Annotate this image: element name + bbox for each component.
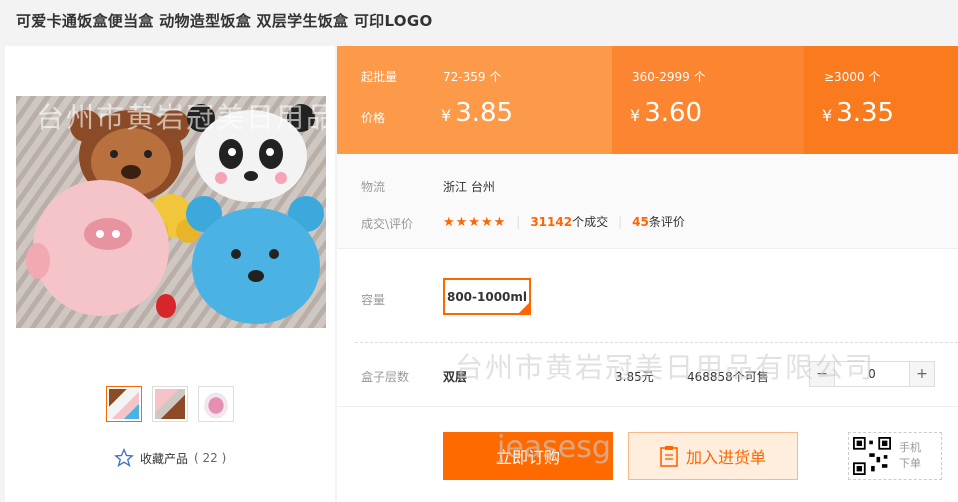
buy-now-button[interactable]: 立即订购 — [443, 432, 613, 480]
thumbnail-2[interactable] — [152, 386, 188, 422]
mobile-order-qr[interactable]: 手机 下单 — [848, 432, 942, 480]
tier-price: ¥3.35 — [822, 98, 895, 128]
layers-stock: 468858个可售 — [687, 370, 769, 384]
deals-summary: ★★★★★ | 31142个成交 | 45条评价 — [443, 215, 685, 230]
tier-range: 72-359 个 — [443, 70, 502, 84]
product-gallery: 台州市黄岩冠美日用品有限公司 收藏产品 ( 22 ) — [5, 46, 335, 502]
section-divider — [337, 406, 958, 407]
qr-code-icon — [853, 437, 891, 475]
add-to-cart-label: 加入进货单 — [685, 448, 766, 467]
add-to-cart-button[interactable]: 加入进货单 — [628, 432, 798, 480]
thumbnail-strip — [106, 386, 234, 422]
deals-label: 成交\评价 — [361, 217, 414, 231]
thumbnail-1[interactable] — [106, 386, 142, 422]
review-count[interactable]: 45 — [632, 215, 649, 229]
price-tier-3: ≥3000 个 ¥3.35 — [804, 46, 958, 154]
capacity-option-label: 800-1000ml — [446, 289, 528, 304]
qty-input[interactable]: 0 — [834, 362, 910, 386]
clipboard-icon — [660, 446, 678, 467]
tier-price: ¥3.85 — [441, 98, 514, 128]
price-tiers: 起批量 价格 72-359 个 ¥3.85 360-2999 个 ¥3.60 ≥… — [337, 46, 958, 154]
layers-price: 3.85元 — [615, 370, 654, 384]
quantity-stepper: − 0 + — [809, 361, 935, 387]
qty-minus-button[interactable]: − — [810, 362, 834, 386]
deal-count-suffix: 个成交 — [572, 215, 609, 229]
favorite-product[interactable]: 收藏产品 ( 22 ) — [114, 448, 226, 468]
tier-range: ≥3000 个 — [824, 70, 881, 84]
product-main-image[interactable]: 台州市黄岩冠美日用品有限公司 — [16, 96, 326, 328]
qty-label: 起批量 — [361, 70, 398, 84]
qr-label: 手机 下单 — [899, 441, 921, 470]
qty-plus-button[interactable]: + — [910, 362, 934, 386]
layers-option: 双层 — [443, 370, 468, 384]
capacity-label: 容量 — [361, 293, 386, 307]
price-tier-2: 360-2999 个 ¥3.60 — [612, 46, 804, 154]
favorite-count: ( 22 ) — [194, 451, 227, 465]
tier-price: ¥3.60 — [630, 98, 703, 128]
section-divider — [355, 342, 958, 343]
logistics-value: 浙江 台州 — [443, 180, 495, 194]
product-info-panel: 起批量 价格 72-359 个 ¥3.85 360-2999 个 ¥3.60 ≥… — [337, 46, 958, 502]
layers-label: 盒子层数 — [361, 370, 410, 384]
price-label: 价格 — [361, 111, 386, 125]
logistics-label: 物流 — [361, 180, 386, 194]
price-tier-1: 起批量 价格 72-359 个 ¥3.85 — [337, 46, 612, 154]
product-title: 可爱卡通饭盒便当盒 动物造型饭盒 双层学生饭盒 可印LOGO — [16, 12, 433, 30]
deal-count[interactable]: 31142 — [530, 215, 572, 229]
tier-range: 360-2999 个 — [632, 70, 706, 84]
star-outline-icon — [114, 448, 134, 467]
logistics-section: 物流 浙江 台州 成交\评价 ★★★★★ | 31142个成交 | 45条评价 — [337, 154, 958, 249]
favorite-label: 收藏产品 — [140, 451, 189, 466]
review-count-suffix: 条评价 — [648, 215, 685, 229]
rating-stars: ★★★★★ — [443, 215, 507, 230]
capacity-option[interactable]: 800-1000ml — [443, 278, 531, 315]
thumbnail-3[interactable] — [198, 386, 234, 422]
